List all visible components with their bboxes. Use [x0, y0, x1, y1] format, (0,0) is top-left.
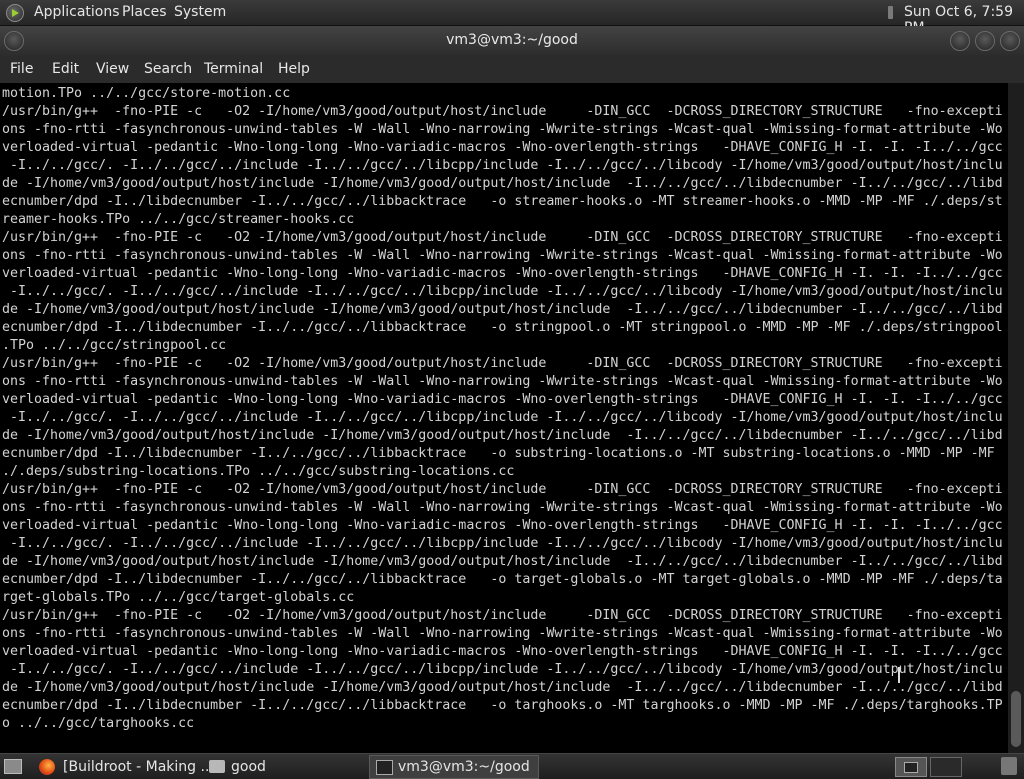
minimize-button[interactable] — [950, 31, 970, 51]
taskbar-item-label: [Buildroot - Making ... — [63, 759, 214, 775]
applications-menu[interactable]: Applications — [34, 4, 120, 20]
bottom-taskbar: [Buildroot - Making ... good vm3@vm3:~/g… — [0, 753, 1024, 779]
taskbar-item-terminal[interactable]: vm3@vm3:~/good — [369, 755, 539, 779]
workspace-2[interactable] — [930, 757, 962, 777]
panel-separator-icon — [888, 6, 893, 19]
menubar: File Edit View Search Terminal Help — [0, 56, 1024, 83]
scrollbar[interactable] — [1008, 83, 1024, 753]
firefox-icon — [39, 759, 55, 775]
terminal-output[interactable]: motion.TPo ../../gcc/store-motion.cc /us… — [0, 83, 1008, 733]
applications-logo-icon[interactable] — [6, 4, 24, 22]
taskbar-item-good[interactable]: good — [204, 755, 366, 779]
system-menu[interactable]: System — [174, 4, 226, 20]
terminal-window: vm3@vm3:~/good File Edit View Search Ter… — [0, 26, 1024, 753]
show-desktop-icon[interactable] — [4, 759, 22, 774]
menu-search[interactable]: Search — [144, 61, 192, 77]
menu-file[interactable]: File — [10, 61, 33, 77]
taskbar-item-buildroot[interactable]: [Buildroot - Making ... — [32, 755, 214, 779]
terminal-area[interactable]: motion.TPo ../../gcc/store-motion.cc /us… — [0, 83, 1008, 753]
menu-help[interactable]: Help — [278, 61, 310, 77]
maximize-button[interactable] — [975, 31, 995, 51]
ibeam-cursor-icon — [898, 667, 900, 683]
menu-view[interactable]: View — [96, 61, 129, 77]
window-titlebar[interactable]: vm3@vm3:~/good — [0, 26, 1024, 56]
trash-icon[interactable] — [1001, 757, 1017, 775]
top-panel: Applications Places System Sun Oct 6, 7:… — [0, 0, 1024, 36]
taskbar-item-label: good — [231, 759, 266, 775]
places-menu[interactable]: Places — [122, 4, 167, 20]
menu-edit[interactable]: Edit — [52, 61, 79, 77]
taskbar-item-label: vm3@vm3:~/good — [398, 759, 530, 775]
window-title: vm3@vm3:~/good — [446, 32, 578, 48]
menu-terminal[interactable]: Terminal — [204, 61, 263, 77]
workspace-1[interactable] — [895, 757, 927, 777]
folder-icon — [209, 760, 225, 773]
scrollbar-thumb[interactable] — [1011, 691, 1021, 747]
terminal-icon — [376, 760, 393, 775]
close-button[interactable] — [1000, 31, 1020, 51]
